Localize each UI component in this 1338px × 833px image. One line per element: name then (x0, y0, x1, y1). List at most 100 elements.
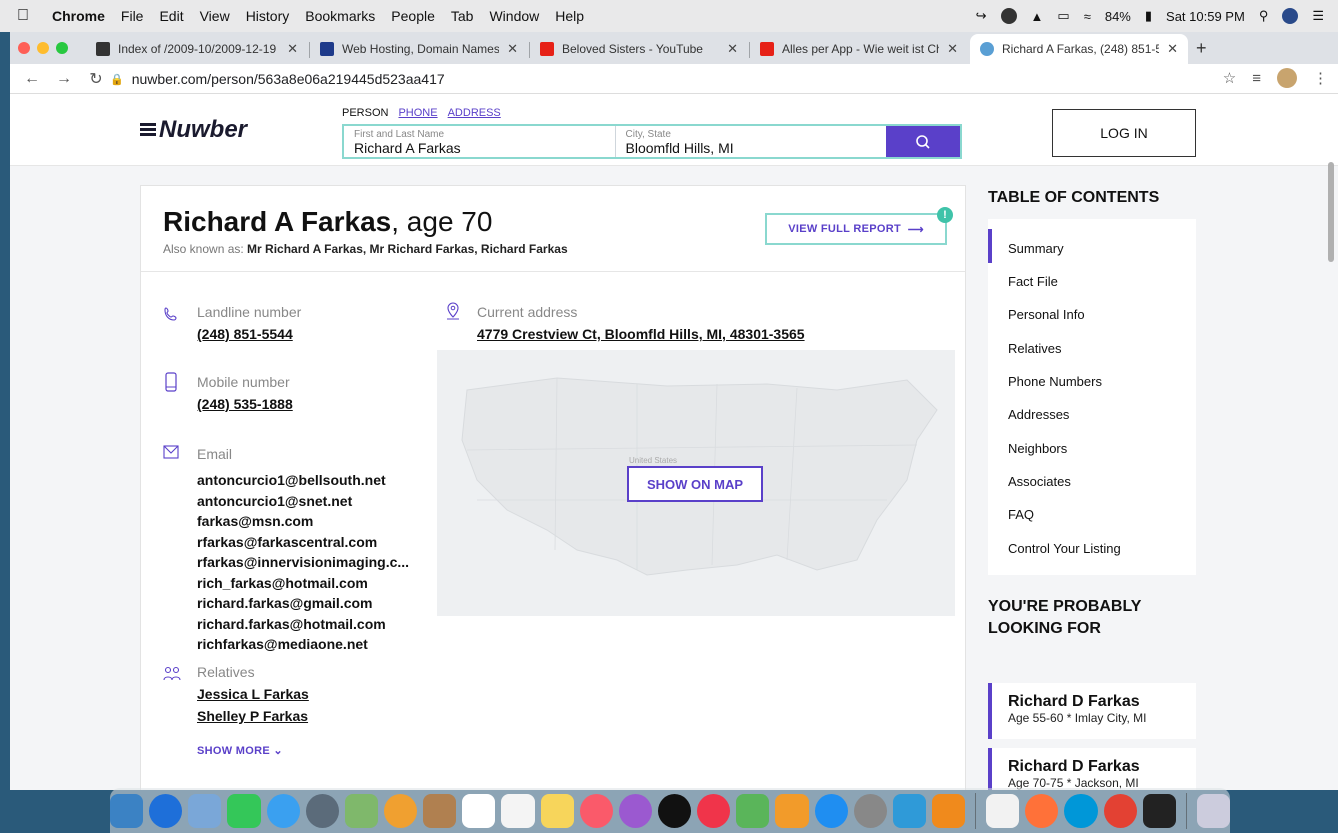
zoom-window-button[interactable] (56, 42, 68, 54)
clock[interactable]: Sat 10:59 PM (1166, 9, 1245, 24)
menu-app-name[interactable]: Chrome (52, 8, 105, 24)
tab-person[interactable]: PERSON (342, 107, 388, 119)
keynote-icon[interactable] (775, 793, 809, 828)
vpn-icon[interactable] (1000, 8, 1017, 24)
reload-icon[interactable]: ↻ (86, 69, 106, 89)
safari-icon[interactable] (149, 793, 183, 828)
minimize-window-button[interactable] (37, 42, 49, 54)
wifi-icon[interactable]: ≈ (1084, 9, 1091, 24)
menu-edit[interactable]: Edit (159, 8, 183, 24)
airplay-icon[interactable]: ▭ (1057, 8, 1069, 24)
menu-bookmarks[interactable]: Bookmarks (305, 8, 375, 24)
search-button[interactable] (886, 126, 960, 157)
vlc-icon[interactable] (932, 793, 966, 828)
apple-tv-icon[interactable] (658, 793, 692, 828)
testflight-icon[interactable] (892, 793, 927, 828)
skype-icon[interactable] (1064, 793, 1098, 828)
app-store-icon[interactable] (814, 793, 848, 828)
profile-avatar[interactable] (1277, 68, 1297, 88)
tab-phone[interactable]: PHONE (398, 107, 437, 119)
firefox-icon[interactable] (1025, 793, 1059, 828)
close-tab-icon[interactable]: ✕ (287, 41, 298, 57)
new-tab-icon[interactable]: + (1196, 38, 1207, 59)
user-icon[interactable]: ▲ (1031, 9, 1044, 24)
address-map[interactable]: United States SHOW ON MAP (437, 350, 955, 616)
close-tab-icon[interactable]: ✕ (1167, 41, 1178, 57)
toc-item-personal-info[interactable]: Personal Info (1008, 307, 1085, 322)
news-icon[interactable] (697, 793, 731, 828)
menu-help[interactable]: Help (555, 8, 584, 24)
current-address[interactable]: 4779 Crestview Ct, Bloomfld Hills, MI, 4… (477, 326, 805, 342)
finder-icon[interactable] (110, 793, 144, 828)
podcasts-icon[interactable] (618, 793, 653, 828)
toc-item-neighbors[interactable]: Neighbors (1008, 441, 1067, 456)
relative-link[interactable]: Jessica L Farkas (197, 686, 309, 702)
toc-item-faq[interactable]: FAQ (1008, 507, 1034, 522)
battery-icon[interactable]: ▮ (1145, 8, 1152, 24)
tab-richard-farkas[interactable]: Richard A Farkas, (248) 851-55 ✕ (970, 34, 1188, 64)
login-button[interactable]: LOG IN (1052, 109, 1196, 157)
tab-beloved-sisters[interactable]: Beloved Sisters - YouTube ✕ (530, 34, 748, 64)
music-icon[interactable] (579, 793, 613, 828)
menu-dots-icon[interactable]: ⋮ (1313, 69, 1328, 87)
siri-shortcut-icon[interactable]: ↪ (976, 8, 987, 24)
location-field-value[interactable]: Bloomfld Hills, MI (626, 140, 877, 156)
back-icon[interactable]: ← (22, 70, 42, 88)
landline-number[interactable]: (248) 851-5544 (197, 326, 293, 342)
menu-tab[interactable]: Tab (451, 8, 474, 24)
toc-item-associates[interactable]: Associates (1008, 474, 1071, 489)
menu-people[interactable]: People (391, 8, 435, 24)
tab-web-hosting[interactable]: Web Hosting, Domain Names, I ✕ (310, 34, 528, 64)
contacts-icon[interactable] (423, 793, 457, 828)
bookmark-star-icon[interactable]: ☆ (1223, 69, 1236, 87)
url-text[interactable]: nuwber.com/person/563a8e06a219445d523aa4… (132, 71, 445, 87)
show-more-button[interactable]: SHOW MORE ⌄ (197, 744, 283, 757)
numbers-icon[interactable] (736, 793, 770, 828)
media-control-icon[interactable]: ≡ (1252, 70, 1261, 87)
toc-item-fact-file[interactable]: Fact File (1008, 274, 1058, 289)
name-field[interactable]: First and Last Name Richard A Farkas (344, 126, 615, 157)
launchpad-icon[interactable] (305, 793, 339, 828)
siri-icon[interactable] (1282, 8, 1299, 24)
name-field-value[interactable]: Richard A Farkas (354, 140, 605, 156)
reminders-icon[interactable] (501, 793, 535, 828)
lock-icon[interactable]: 🔒 (110, 73, 124, 86)
close-tab-icon[interactable]: ✕ (507, 41, 518, 57)
close-tab-icon[interactable]: ✕ (727, 41, 738, 57)
menu-view[interactable]: View (200, 8, 230, 24)
suggested-person-card[interactable]: Richard D Farkas Age 55-60 * Imlay City,… (988, 683, 1196, 739)
suggested-person-card[interactable]: Richard D Farkas Age 70-75 * Jackson, MI (988, 748, 1196, 790)
show-on-map-button[interactable]: SHOW ON MAP (627, 466, 763, 502)
tab-alles-per-app[interactable]: Alles per App - Wie weit ist Chi ✕ (750, 34, 968, 64)
toc-item-control-listing[interactable]: Control Your Listing (1008, 541, 1121, 556)
apple-icon[interactable]:  (14, 7, 32, 25)
notes-icon[interactable] (540, 793, 574, 828)
menu-window[interactable]: Window (489, 8, 539, 24)
maps-icon[interactable] (344, 793, 379, 828)
trash-icon[interactable] (1196, 793, 1230, 828)
facetime-icon[interactable] (227, 793, 261, 828)
tab-address[interactable]: ADDRESS (448, 107, 501, 119)
address-bar[interactable]: 🔒 nuwber.com/person/563a8e06a219445d523a… (110, 68, 1190, 90)
menu-file[interactable]: File (121, 8, 144, 24)
toc-item-phone-numbers[interactable]: Phone Numbers (1008, 374, 1102, 389)
spotlight-icon[interactable]: ⚲ (1259, 8, 1269, 24)
toc-item-summary[interactable]: Summary (1008, 241, 1064, 256)
close-tab-icon[interactable]: ✕ (947, 41, 958, 57)
messages-icon[interactable] (266, 793, 300, 828)
location-field[interactable]: City, State Bloomfld Hills, MI (614, 126, 887, 157)
mobile-number[interactable]: (248) 535-1888 (197, 396, 293, 412)
document-icon[interactable] (986, 793, 1020, 828)
battery-percent[interactable]: 84% (1105, 9, 1131, 24)
terminal-icon[interactable] (1142, 793, 1176, 828)
close-window-button[interactable] (18, 42, 30, 54)
notification-center-icon[interactable]: ☰ (1312, 8, 1324, 24)
system-preferences-icon[interactable] (853, 793, 887, 828)
menu-history[interactable]: History (246, 8, 290, 24)
page-scrollbar[interactable] (1328, 162, 1334, 262)
view-full-report-button[interactable]: VIEW FULL REPORT ⟶ (765, 213, 947, 245)
preview-icon[interactable] (188, 793, 222, 828)
nuwber-logo[interactable]: Nuwber (140, 116, 247, 144)
forward-icon[interactable]: → (54, 70, 74, 88)
photos-icon[interactable] (384, 793, 418, 828)
